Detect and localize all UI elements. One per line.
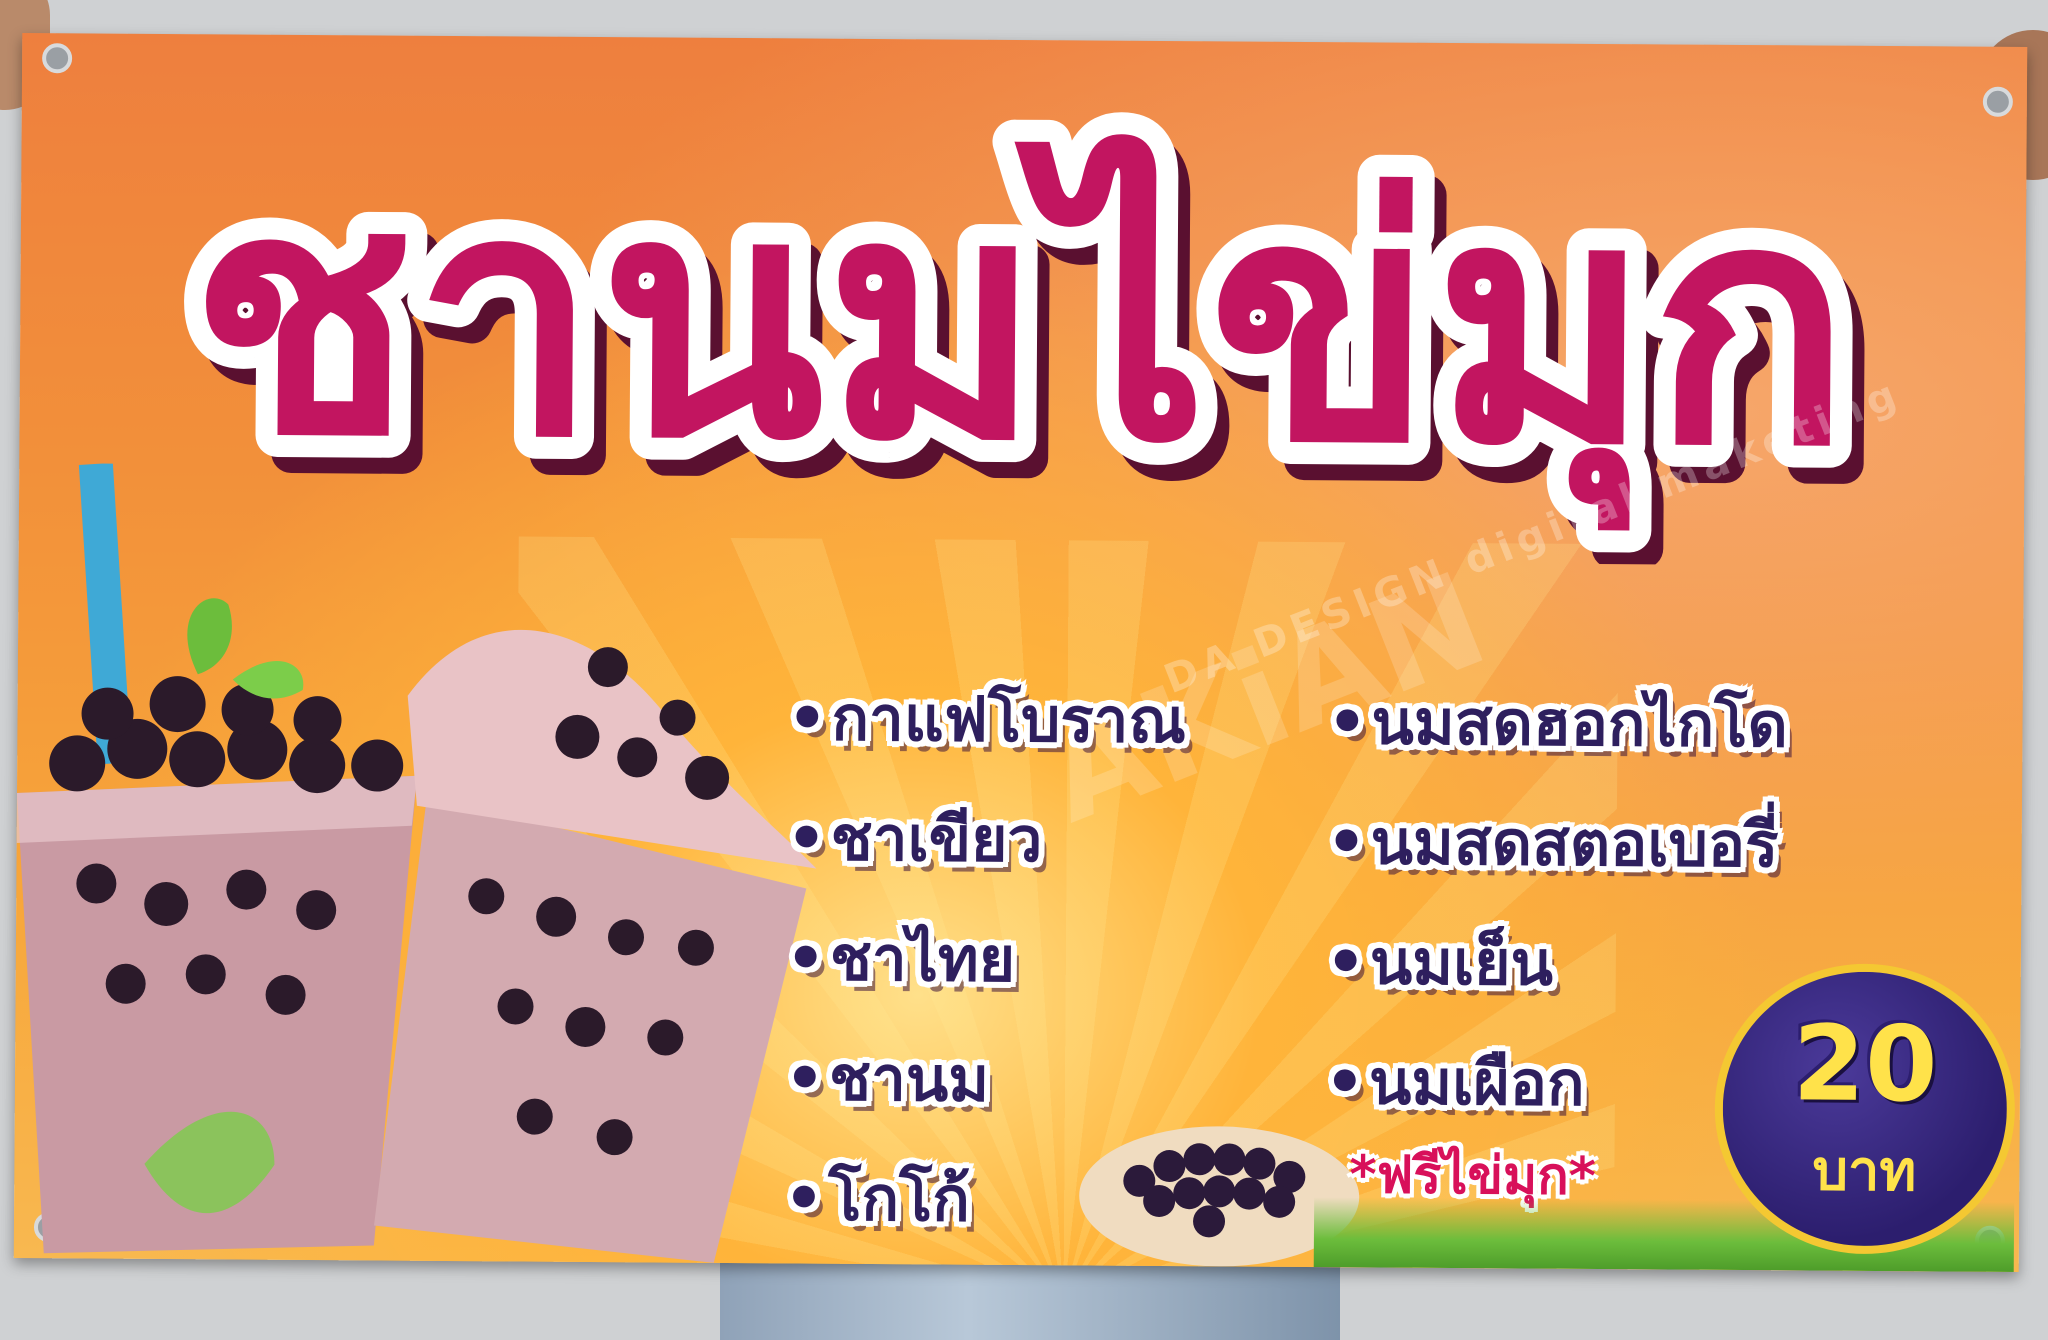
price-value: 20 bbox=[1792, 1002, 1938, 1126]
menu-item: •นมสดสตอเบอรี่ bbox=[1326, 805, 1779, 882]
leaf-icon bbox=[187, 598, 232, 675]
menu-list-left: •กาแฟโบราณ •ชาเขียว •ชาไทย •ชานม •โกโก้ bbox=[784, 658, 1187, 1261]
menu-item: •ชาไทย bbox=[785, 921, 1016, 996]
price-unit: บาท bbox=[1812, 1138, 1917, 1205]
menu-item: •ชานม bbox=[784, 1041, 990, 1116]
price-badge: 20 บาท bbox=[1713, 962, 2016, 1255]
menu-item: •ชาเขียว bbox=[786, 801, 1043, 877]
bubble-tea-illustration bbox=[16, 463, 817, 1263]
menu-item: •นมสดฮอกไกโด bbox=[1327, 685, 1789, 762]
menu-item: •นมเย็น bbox=[1325, 925, 1554, 1000]
banner: ชานมไข่มุก ชานมไข่มุก ชานมไข่มุก AKiAN D… bbox=[13, 33, 2028, 1272]
menu-item: •กาแฟโบราณ bbox=[787, 681, 1187, 758]
menu-item: •โกโก้ bbox=[783, 1161, 971, 1236]
